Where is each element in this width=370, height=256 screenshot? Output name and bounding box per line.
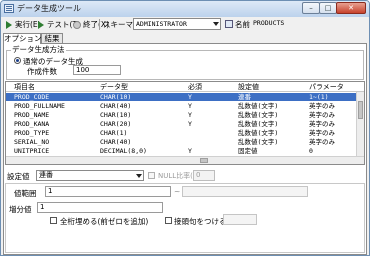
cell-column-name: PROD_FULLNAME (14, 102, 65, 110)
cell-column-name: SERIAL_NO (14, 138, 50, 146)
stop-icon (73, 20, 81, 29)
cell-column-name: PROD_KANA (14, 120, 50, 128)
cell-required: Y (188, 120, 192, 128)
normal-generation-radio[interactable] (14, 57, 21, 64)
cell-data-type: CHAR(20) (100, 120, 132, 128)
play-icon (37, 20, 45, 29)
maximize-button[interactable]: □ (319, 2, 337, 14)
name-label: 名前 (235, 20, 250, 29)
cell-data-type: DECIMAL(8,0) (100, 147, 147, 155)
null-ratio-spinner[interactable]: 0 (193, 170, 215, 181)
cell-parameter: 英字のみ (309, 138, 335, 146)
schema-value: ADMINISTRATOR (136, 20, 187, 28)
cell-setting: 乱数値(文字) (238, 129, 279, 137)
app-icon (4, 4, 14, 13)
cell-column-name: PROD_CODE (14, 93, 50, 101)
header-column-name: 項目名 (14, 83, 35, 91)
chevron-down-icon (136, 174, 142, 178)
cell-parameter: 1~(1) (309, 93, 329, 101)
suffix-checkbox[interactable] (165, 217, 172, 224)
minimize-button[interactable]: – (302, 2, 320, 14)
table-row[interactable]: PROD_TYPE CHAR(1) 乱数値(文字) 英字のみ (6, 129, 364, 137)
schema-select[interactable]: ADMINISTRATOR (133, 18, 221, 30)
run-button[interactable]: 実行(E) (5, 18, 41, 31)
cell-data-type: CHAR(1) (100, 129, 128, 137)
table-row[interactable]: SERIAL_NO CHAR(40) 乱数値(文字) 英字のみ (6, 138, 364, 146)
cell-setting: 乱数値(文字) (238, 138, 279, 146)
cell-setting: 乱数値(文字) (238, 120, 279, 128)
range-separator: ~ (174, 187, 181, 196)
table-icon (225, 20, 233, 28)
schema-label: スキーマ (103, 20, 133, 29)
header-data-type: データ型 (100, 83, 128, 91)
cell-parameter: 英字のみ (309, 129, 335, 137)
cell-setting: 乱数値(文字) (238, 102, 279, 110)
cell-data-type: CHAR(10) (100, 93, 132, 101)
cell-setting: 乱数値(文字) (238, 111, 279, 119)
horizontal-scrollbar[interactable] (6, 156, 364, 164)
toolbar-separator (99, 19, 100, 30)
toolbar: 実行(E) テスト(T) 終了(X) スキーマ ADMINISTRATOR 名前… (3, 18, 367, 32)
close-button[interactable]: ✕ (336, 2, 366, 14)
increment-input[interactable]: 1 (37, 202, 163, 213)
cell-parameter: 英字のみ (309, 102, 335, 110)
table-row[interactable]: PROD_CODE CHAR(10) Y 連番 1~(1) (6, 93, 364, 101)
cell-column-name: UNITPRICE (14, 147, 50, 155)
column-grid[interactable]: 項目名 データ型 必須 設定値 パラメータ PROD_CODE CHAR(10) Y… (5, 81, 365, 165)
setting-select[interactable]: 連番 (36, 170, 144, 181)
suffix-input[interactable] (223, 214, 257, 225)
table-row[interactable]: UNITPRICE DECIMAL(8,0) Y 固定値 0 (6, 147, 364, 155)
cell-data-type: CHAR(40) (100, 138, 132, 146)
cell-setting: 固定値 (238, 147, 258, 155)
header-setting: 設定値 (238, 83, 259, 91)
grid-header: 項目名 データ型 必須 設定値 パラメータ (6, 82, 364, 92)
scroll-thumb[interactable] (358, 101, 363, 119)
setting-value: 連番 (39, 171, 53, 179)
table-row[interactable]: PROD_KANA CHAR(20) Y 乱数値(文字) 英字のみ (6, 120, 364, 128)
tab-option[interactable]: オプション (3, 33, 42, 44)
range-label: 値範囲 (14, 189, 37, 198)
header-required: 必須 (188, 83, 202, 91)
app-window: データ生成ツール – □ ✕ 実行(E) テスト(T) 終了(X) スキーマ A… (0, 0, 370, 256)
scroll-thumb[interactable] (200, 158, 208, 163)
setting-label: 設定値 (7, 172, 30, 181)
cell-parameter: 0 (309, 147, 313, 155)
chevron-down-icon (213, 22, 219, 26)
cell-data-type: CHAR(40) (100, 102, 132, 110)
cell-data-type: CHAR(10) (100, 111, 132, 119)
cell-required: Y (188, 102, 192, 110)
cell-required: Y (188, 147, 192, 155)
title-bar[interactable]: データ生成ツール – □ ✕ (1, 1, 369, 17)
increment-label: 増分値 (9, 205, 32, 214)
cell-setting: 連番 (238, 93, 251, 101)
zero-fill-checkbox[interactable] (50, 217, 57, 224)
window-title: データ生成ツール (17, 4, 81, 13)
cell-column-name: PROD_TYPE (14, 129, 50, 137)
count-input[interactable]: 100 (73, 65, 121, 75)
suffix-label: 接頭句をつける (174, 217, 227, 226)
zero-fill-label: 全桁埋める(前ゼロを追加) (60, 217, 149, 226)
group-title: データ生成方法 (11, 44, 66, 55)
cell-parameter: 英字のみ (309, 120, 335, 128)
table-row[interactable]: PROD_FULLNAME CHAR(40) Y 乱数値(文字) 英字のみ (6, 102, 364, 110)
cell-parameter: 英字のみ (309, 111, 335, 119)
name-value: PRODUCTS (253, 19, 285, 27)
range-start-input[interactable]: 1 (45, 186, 171, 197)
cell-required: Y (188, 111, 192, 119)
count-label: 作成件数 (27, 67, 57, 76)
vertical-scrollbar[interactable] (356, 92, 364, 156)
range-end-input[interactable] (182, 186, 308, 197)
play-icon (5, 20, 13, 29)
null-ratio-checkbox[interactable] (148, 172, 155, 179)
header-parameter: パラメータ (309, 83, 344, 91)
cell-column-name: PROD_NAME (14, 111, 50, 119)
cell-required: Y (188, 93, 192, 101)
table-row[interactable]: PROD_NAME CHAR(10) Y 乱数値(文字) 英字のみ (6, 111, 364, 119)
